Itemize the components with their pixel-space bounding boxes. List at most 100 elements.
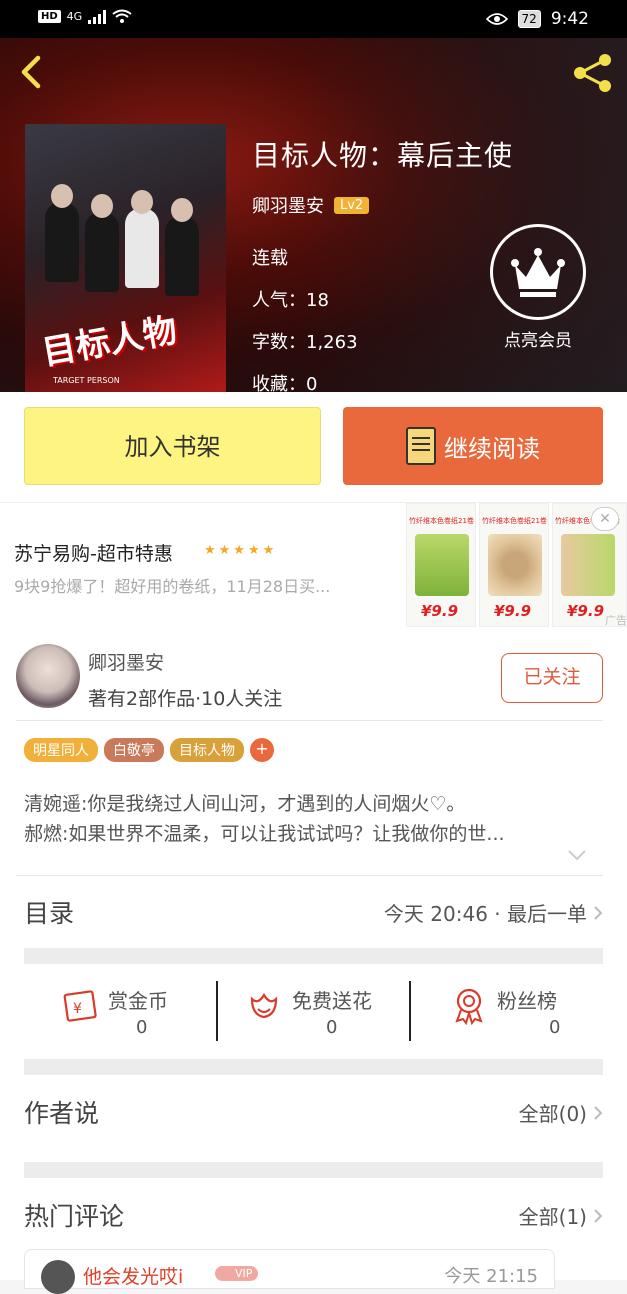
ad-title: 苏宁易购-超市特惠 [14, 543, 173, 565]
gift-count: 0 [136, 1017, 148, 1038]
ad-price: ¥9.9 [421, 602, 459, 620]
book-hero: 目标人物 TARGET PERSON 目标人物：幕后主使 卿羽墨安 Lv2 连载… [0, 38, 627, 392]
crown-icon [490, 224, 586, 320]
cover-figure-head [51, 184, 73, 208]
clock: 9:42 [550, 9, 589, 29]
back-arrow-icon[interactable] [14, 52, 50, 92]
book-author[interactable]: 卿羽墨安 [252, 192, 324, 218]
status-left: HD 4G [38, 9, 132, 24]
hot-comments-row[interactable]: 热门评论 全部(1) [24, 1197, 603, 1237]
ad-product-image[interactable]: 竹纤维本色卷纸21卷 ¥9.9 [479, 503, 549, 627]
gift-fan-ranking[interactable]: 粉丝榜 0 [411, 965, 604, 1059]
ad-label: 广告 [605, 614, 627, 627]
book-meta: 连载 人气：18 字数：1,263 收藏：0 [252, 238, 513, 392]
action-bar: 加入书架 继续阅读 [0, 392, 627, 502]
section-separator [24, 1162, 603, 1178]
catalog-latest: 今天 20:46 · 最后一单 [384, 898, 603, 927]
tag-chip[interactable]: 明星同人 [24, 738, 98, 762]
status-bar: HD 4G 72 9:42 [0, 0, 627, 38]
author-says-all: 全部(0) [519, 1098, 603, 1127]
share-icon[interactable] [571, 52, 615, 94]
chevron-down-icon[interactable] [566, 847, 588, 863]
book-author-line: 卿羽墨安 Lv2 [252, 192, 513, 218]
gift-coins[interactable]: ¥ 赏金币 0 [24, 965, 217, 1059]
continue-reading-button[interactable]: 继续阅读 [343, 407, 603, 485]
gift-flowers[interactable]: 免费送花 0 [218, 965, 411, 1059]
ad-product-image[interactable]: 竹纤维本色卷纸21卷 ¥9.9 [406, 503, 476, 627]
eye-icon [485, 13, 508, 25]
battery-indicator: 72 [517, 10, 541, 28]
gift-bar: ¥ 赏金币 0 免费送花 0 粉丝榜 0 [24, 965, 603, 1059]
network-label: 4G [66, 10, 83, 23]
comment-time: 今天 21:15 [444, 1266, 538, 1287]
gift-name: 免费送花 [292, 989, 372, 1013]
cover-figure-head [131, 190, 153, 214]
comment-card[interactable]: 他会发光哎i VIP 今天 21:15 [24, 1249, 555, 1294]
ad-description: 9块9抢爆了！超好用的卷纸，11月28日买... [14, 577, 331, 596]
cover-figure-head [171, 198, 193, 222]
ad-close-button[interactable]: ✕ [591, 507, 619, 531]
book-title: 目标人物：幕后主使 [252, 139, 514, 172]
ad-banner[interactable]: 苏宁易购-超市特惠 ★★★★★ 9块9抢爆了！超好用的卷纸，11月28日买...… [0, 502, 627, 632]
gift-name: 粉丝榜 [497, 989, 557, 1013]
cover-subtitle: TARGET PERSON [53, 376, 120, 385]
vip-badge: VIP [215, 1266, 259, 1281]
synopsis-line: 郝燃:如果世界不温柔，可以让我试试吗？让我做你的世... [24, 823, 505, 845]
gift-count: 0 [549, 1017, 561, 1038]
tag-chip[interactable]: 目标人物 [170, 738, 244, 762]
svg-text:¥: ¥ [73, 1001, 82, 1017]
product-package [561, 534, 615, 596]
product-package [488, 534, 542, 596]
cover-figure-head [91, 194, 113, 218]
hot-comments-title: 热门评论 [24, 1202, 125, 1231]
synopsis[interactable]: 清婉遥:你是我绕过人间山河，才遇到的人间烟火♡。 郝燃:如果世界不温柔，可以让我… [24, 789, 594, 849]
author-says-count: 全部(0) [518, 1102, 587, 1126]
wifi-icon [112, 9, 132, 23]
commenter-avatar[interactable] [41, 1260, 75, 1294]
continue-reading-label: 继续阅读 [444, 434, 540, 463]
favorites-count: 收藏：0 [252, 374, 318, 392]
add-to-shelf-button[interactable]: 加入书架 [24, 407, 321, 485]
hot-comments-all: 全部(1) [519, 1201, 603, 1230]
ad-price: ¥9.9 [567, 602, 605, 620]
author-name[interactable]: 卿羽墨安 [88, 648, 164, 675]
signal-icon [88, 9, 107, 24]
divider [16, 875, 603, 876]
word-count: 字数：1,263 [252, 332, 358, 353]
cover-figure [85, 212, 119, 292]
section-separator [24, 948, 603, 964]
add-tag-button[interactable]: + [250, 738, 274, 762]
synopsis-line: 清婉遥:你是我绕过人间山河，才遇到的人间烟火♡。 [24, 793, 466, 815]
cover-title-logo: 目标人物 [39, 310, 181, 374]
gift-name: 赏金币 [108, 989, 168, 1013]
follow-button[interactable]: 已关注 [501, 653, 603, 703]
chevron-right-icon [594, 905, 603, 920]
ad-product-caption: 竹纤维本色卷纸21卷 [482, 517, 547, 525]
cover-figure [45, 202, 79, 282]
vip-label: 点亮会员 [504, 331, 572, 351]
vip-membership[interactable]: 点亮会员 [490, 224, 586, 351]
tag-chip[interactable]: 白敬亭 [104, 738, 164, 762]
medal-icon [455, 988, 483, 1025]
ad-product-caption: 竹纤维本色卷纸21卷 [409, 517, 474, 525]
hd-badge: HD [38, 10, 61, 23]
book-cover[interactable]: 目标人物 TARGET PERSON [25, 124, 226, 392]
serial-status: 连载 [252, 248, 288, 269]
chevron-right-icon [594, 1208, 603, 1223]
product-package [415, 534, 469, 596]
ad-rating-stars: ★★★★★ [204, 543, 278, 558]
latest-chapter: 今天 20:46 · 最后一单 [383, 902, 587, 926]
tag-list: 明星同人 白敬亭 目标人物 + [24, 738, 274, 762]
gift-count: 0 [326, 1017, 338, 1038]
level-badge: Lv2 [334, 196, 370, 214]
book-details: 卿羽墨安 著有2部作品·10人关注 已关注 明星同人 白敬亭 目标人物 + 清婉… [0, 632, 627, 1294]
hot-comments-count: 全部(1) [518, 1205, 587, 1229]
commenter-name[interactable]: 他会发光哎i [83, 1262, 183, 1289]
catalog-title: 目录 [24, 899, 75, 928]
catalog-row[interactable]: 目录 今天 20:46 · 最后一单 [24, 894, 603, 934]
author-avatar[interactable] [16, 644, 80, 708]
section-separator [24, 1059, 603, 1075]
flower-icon [250, 992, 278, 1019]
author-says-row[interactable]: 作者说 全部(0) [24, 1094, 603, 1134]
status-right: 72 9:42 [485, 9, 589, 29]
